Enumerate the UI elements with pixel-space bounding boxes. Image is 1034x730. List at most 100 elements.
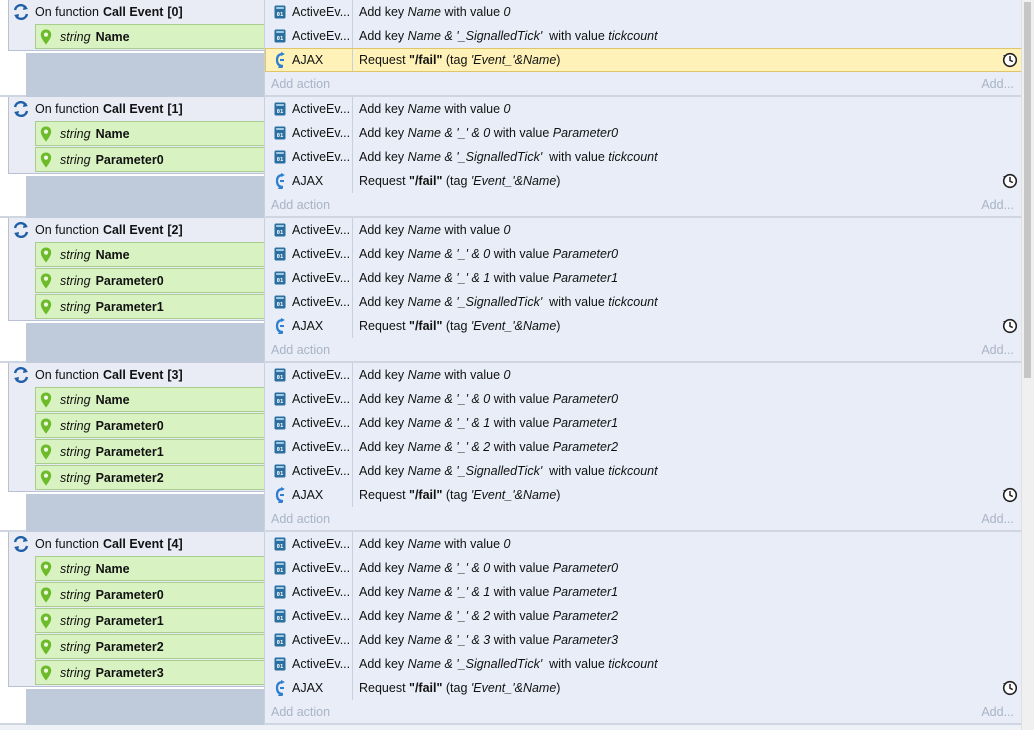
action-description: Request "/fail" (tag 'Event_'&Name) [353,483,560,507]
condition-box[interactable]: On function Call Event [3] string Name string… [8,363,264,492]
add-action-link[interactable]: Add action [271,77,330,91]
add-action-row[interactable]: Add action Add... [265,72,1022,95]
location-pin-icon [40,639,54,655]
action-row[interactable]: 01 ActiveEv... Add key Name & '_' & 2 with… [265,604,1022,628]
action-row[interactable]: AJAX Request "/fail" (tag 'Event_'&Name) [265,676,1022,700]
action-text: with value [490,247,553,261]
parameter-row[interactable]: string Name [35,24,264,49]
action-row[interactable]: 01 ActiveEv... Add key Name & '_' & 0 with… [265,121,1022,145]
parameter-row[interactable]: string Parameter0 [35,268,264,293]
event-condition[interactable]: On function Call Event [0] [9,0,264,24]
object-name: AJAX [292,488,324,502]
action-row[interactable]: 01 ActiveEv... Add key Name & '_SignalledT… [265,459,1022,483]
action-text: Request [359,319,410,333]
condition-box[interactable]: On function Call Event [2] string Name string… [8,218,264,321]
add-action-short-link[interactable]: Add... [981,77,1014,91]
add-action-link[interactable]: Add action [271,198,330,212]
activeevent-icon: 01 [273,440,286,454]
action-row[interactable]: 01 ActiveEv... Add key Name with value 0 [265,218,1022,242]
action-text: tickcount [608,295,658,309]
parameter-row[interactable]: string Parameter2 [35,634,264,659]
add-action-short-link[interactable]: Add... [981,512,1014,526]
parameter-row[interactable]: string Parameter2 [35,465,264,490]
add-action-row[interactable]: Add action Add... [265,338,1022,361]
action-description: Add key Name & '_' & 0 with value Parame… [353,556,618,580]
action-row[interactable]: 01 ActiveEv... Add key Name & '_' & 0 with… [265,242,1022,266]
add-action-link[interactable]: Add action [271,343,330,357]
action-row[interactable]: 01 ActiveEv... Add key Name & '_' & 1 with… [265,266,1022,290]
activeevent-icon: 01 [273,392,286,406]
action-row[interactable]: 01 ActiveEv... Add key Name & '_' & 1 with… [265,411,1022,435]
action-row[interactable]: 01 ActiveEv... Add key Name with value 0 [265,97,1022,121]
action-text: with value [542,150,609,164]
add-action-row[interactable]: Add action Add... [265,700,1022,723]
scrollbar-thumb[interactable] [1024,2,1031,378]
add-action-short-link[interactable]: Add... [981,198,1014,212]
action-row[interactable]: 01 ActiveEv... Add key Name & '_SignalledT… [265,290,1022,314]
action-description: Request "/fail" (tag 'Event_'&Name) [353,48,560,72]
add-action-link[interactable]: Add action [271,705,330,719]
action-object: 01 ActiveEv... [265,459,353,483]
add-action-row[interactable]: Add action Add... [265,507,1022,530]
vertical-scrollbar[interactable] [1021,0,1034,730]
location-pin-icon [40,126,54,142]
function-index: [4] [167,537,183,551]
parameter-row[interactable]: string Parameter0 [35,147,264,172]
action-row[interactable]: 01 ActiveEv... Add key Name & '_SignalledT… [265,24,1022,48]
parameter-type: string [60,126,91,141]
event-condition[interactable]: On function Call Event [1] [9,97,264,121]
action-row[interactable]: 01 ActiveEv... Add key Name with value 0 [265,532,1022,556]
action-row[interactable]: AJAX Request "/fail" (tag 'Event_'&Name) [265,169,1022,193]
object-name: ActiveEv... [292,223,351,237]
action-object: 01 ActiveEv... [265,97,353,121]
add-action-short-link[interactable]: Add... [981,343,1014,357]
action-row[interactable]: 01 ActiveEv... Add key Name & '_' & 2 with… [265,435,1022,459]
condition-box[interactable]: On function Call Event [0] string Name [8,0,264,51]
action-row[interactable]: 01 ActiveEv... Add key Name & '_SignalledT… [265,145,1022,169]
activeevent-icon: 01 [273,5,286,19]
parameter-row[interactable]: string Name [35,387,264,412]
parameter-row[interactable]: string Parameter3 [35,660,264,685]
parameter-row[interactable]: string Parameter0 [35,413,264,438]
action-description: Add key Name & '_' & 2 with value Parame… [353,435,618,459]
parameter-row[interactable]: string Name [35,242,264,267]
action-text: 0 [503,537,511,551]
action-text: Name & '_SignalledTick' [407,150,543,164]
object-name: ActiveEv... [292,561,351,575]
event-condition[interactable]: On function Call Event [4] [9,532,264,556]
action-text: Add key [359,247,408,261]
action-text: with value [490,633,553,647]
action-row[interactable]: 01 ActiveEv... Add key Name & '_' & 0 with… [265,556,1022,580]
svg-text:01: 01 [276,640,283,646]
add-action-short-link[interactable]: Add... [981,705,1014,719]
svg-text:01: 01 [276,592,283,598]
action-row[interactable]: AJAX Request "/fail" (tag 'Event_'&Name) [265,314,1022,338]
action-row[interactable]: 01 ActiveEv... Add key Name with value 0 [265,363,1022,387]
parameter-row[interactable]: string Name [35,556,264,581]
condition-box[interactable]: On function Call Event [4] string Name string… [8,532,264,687]
action-row[interactable]: 01 ActiveEv... Add key Name & '_' & 1 with… [265,580,1022,604]
action-text: Name & '_SignalledTick' [407,29,543,43]
activeevent-icon: 01 [273,585,286,599]
action-row[interactable]: 01 ActiveEv... Add key Name & '_' & 3 with… [265,628,1022,652]
condition-area-fill [26,323,264,363]
action-row[interactable]: AJAX Request "/fail" (tag 'Event_'&Name) [265,48,1022,72]
action-description: Request "/fail" (tag 'Event_'&Name) [353,169,560,193]
condition-box[interactable]: On function Call Event [1] string Name string… [8,97,264,174]
parameter-row[interactable]: string Parameter0 [35,582,264,607]
action-row[interactable]: 01 ActiveEv... Add key Name & '_SignalledT… [265,652,1022,676]
parameter-row[interactable]: string Parameter1 [35,608,264,633]
parameter-row[interactable]: string Parameter1 [35,294,264,319]
add-action-link[interactable]: Add action [271,512,330,526]
parameter-row[interactable]: string Name [35,121,264,146]
action-row[interactable]: 01 ActiveEv... Add key Name with value 0 [265,0,1022,24]
activeevent-icon: 01 [273,537,286,551]
parameter-row[interactable]: string Parameter1 [35,439,264,464]
action-text: Add key [359,126,408,140]
event-condition[interactable]: On function Call Event [2] [9,218,264,242]
object-name: ActiveEv... [292,657,351,671]
add-action-row[interactable]: Add action Add... [265,193,1022,216]
action-row[interactable]: 01 ActiveEv... Add key Name & '_' & 0 with… [265,387,1022,411]
event-condition[interactable]: On function Call Event [3] [9,363,264,387]
action-row[interactable]: AJAX Request "/fail" (tag 'Event_'&Name) [265,483,1022,507]
